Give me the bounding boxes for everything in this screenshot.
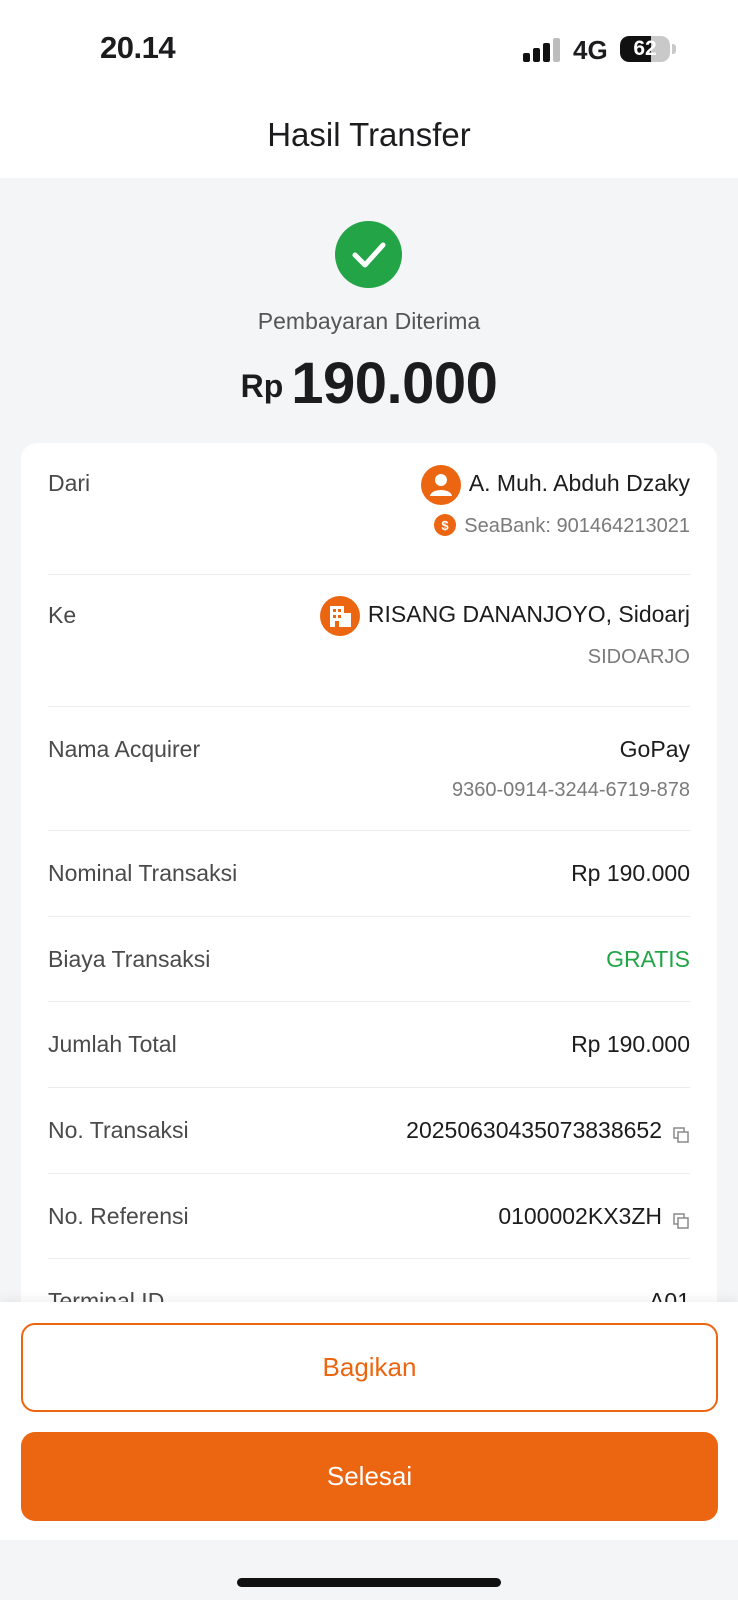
result-summary: Pembayaran Diterima Rp 190.000 — [0, 178, 738, 443]
person-icon — [420, 465, 461, 505]
building-icon — [319, 596, 360, 636]
from-account-text: SeaBank: 901464213021 — [464, 515, 690, 537]
transaction-no-value: 20250630435073838652 — [406, 1117, 662, 1143]
success-check-icon — [335, 221, 402, 288]
fee-value: GRATIS — [606, 946, 690, 972]
to-name: RISANG DANANJOYO, Sidoarj — [319, 596, 690, 636]
amount-currency: Rp — [240, 368, 284, 404]
from-account: $ SeaBank: 901464213021 — [434, 513, 690, 538]
action-footer: Bagikan Selesai — [0, 1302, 738, 1540]
payment-amount: Rp 190.000 — [0, 350, 738, 417]
total-label: Jumlah Total — [48, 1031, 177, 1057]
done-button[interactable]: Selesai — [21, 1432, 718, 1521]
battery-percent: 62 — [633, 37, 657, 60]
detail-row-acquirer: Nama Acquirer GoPay 9360-0914-3244-6719-… — [48, 706, 690, 831]
reference-no-value: 0100002KX3ZH — [498, 1203, 662, 1229]
detail-row-to: Ke RISANG DANANJOYO, Sidoarj SIDOARJO — [48, 574, 690, 707]
from-name-text: A. Muh. Abduh Dzaky — [468, 470, 690, 497]
network-label: 4G — [573, 35, 608, 65]
detail-row-reference-no: No. Referensi 0100002KX3ZH — [48, 1173, 690, 1259]
copy-icon[interactable] — [672, 1123, 690, 1143]
page-header: Hasil Transfer — [0, 90, 738, 178]
battery-tip — [672, 44, 676, 54]
total-value: Rp 190.000 — [571, 1031, 690, 1057]
transaction-no-label: No. Transaksi — [48, 1117, 189, 1143]
acquirer-label: Nama Acquirer — [48, 736, 201, 762]
copy-icon[interactable] — [672, 1209, 690, 1229]
status-time: 20.14 — [100, 30, 176, 65]
to-label: Ke — [48, 602, 77, 628]
fee-label: Biaya Transaksi — [48, 946, 211, 972]
to-name-text: RISANG DANANJOYO, Sidoarj — [367, 601, 690, 628]
status-bar: 20.14 4G 62 — [0, 0, 738, 90]
transaction-no: 20250630435073838652 — [406, 1117, 690, 1144]
acquirer-name: GoPay — [619, 736, 690, 762]
payment-status: Pembayaran Diterima — [257, 308, 481, 334]
svg-text:$: $ — [442, 518, 450, 533]
detail-row-transaction-no: No. Transaksi 20250630435073838652 — [48, 1087, 690, 1174]
seabank-icon: $ — [434, 513, 457, 536]
amount-value: 190.000 — [291, 351, 498, 416]
to-city: SIDOARJO — [587, 646, 690, 668]
signal-icon — [523, 38, 563, 62]
reference-no-label: No. Referensi — [48, 1203, 189, 1229]
share-button[interactable]: Bagikan — [21, 1323, 718, 1412]
home-indicator[interactable] — [237, 1578, 501, 1587]
page-title: Hasil Transfer — [267, 116, 471, 153]
acquirer-number: 9360-0914-3244-6719-878 — [452, 779, 690, 801]
battery-icon: 62 — [620, 36, 670, 62]
transaction-details-card: Dari A. Muh. Abduh Dzaky $ SeaBank: 9014… — [21, 443, 717, 1313]
detail-row-total: Jumlah Total Rp 190.000 — [48, 1001, 690, 1088]
detail-row-nominal: Nominal Transaksi Rp 190.000 — [48, 830, 690, 917]
detail-row-from: Dari A. Muh. Abduh Dzaky $ SeaBank: 9014… — [48, 443, 690, 575]
from-name: A. Muh. Abduh Dzaky — [420, 465, 690, 505]
from-label: Dari — [48, 470, 91, 496]
nominal-label: Nominal Transaksi — [48, 860, 238, 886]
reference-no: 0100002KX3ZH — [498, 1203, 690, 1230]
detail-row-fee: Biaya Transaksi GRATIS — [48, 916, 690, 1002]
nominal-value: Rp 190.000 — [571, 860, 690, 886]
